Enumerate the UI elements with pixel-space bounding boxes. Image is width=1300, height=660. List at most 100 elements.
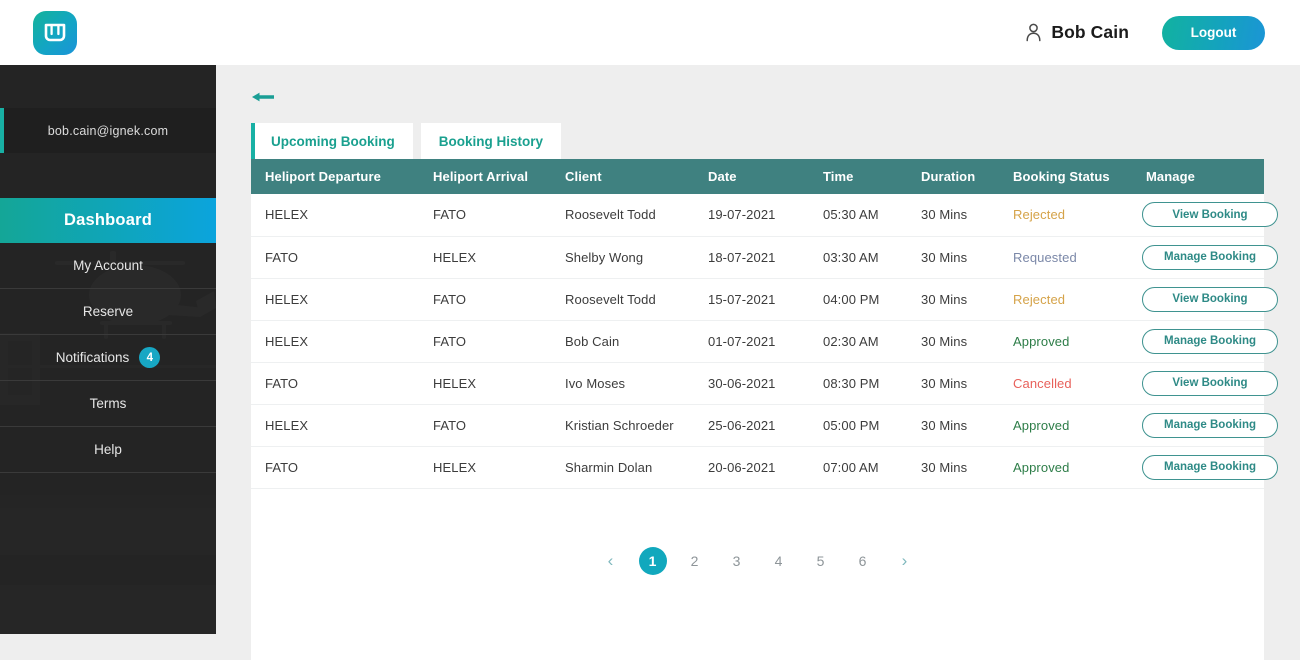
cell-date: 15-07-2021 [694,278,809,320]
status-badge: Approved [999,446,1132,488]
user-name-label: Bob Cain [1051,22,1129,43]
view-booking-button[interactable]: View Booking [1142,202,1278,227]
sidebar-item-notifications[interactable]: Notifications 4 [0,335,216,381]
app-logo[interactable] [33,11,77,55]
cell-arrival: HELEX [419,236,551,278]
cell-client: Shelby Wong [551,236,694,278]
bookings-table: Heliport Departure Heliport Arrival Clie… [251,159,1264,489]
status-badge: Approved [999,320,1132,362]
pagination-page-2[interactable]: 2 [674,547,716,575]
cell-departure: FATO [251,446,419,488]
notifications-count-badge: 4 [139,347,160,368]
sidebar-item-label-my-account: My Account [73,258,143,273]
cell-client: Kristian Schroeder [551,404,694,446]
cell-client: Roosevelt Todd [551,194,694,236]
cell-arrival: HELEX [419,446,551,488]
cell-departure: HELEX [251,320,419,362]
cell-manage: View Booking [1132,362,1264,404]
cell-date: 30-06-2021 [694,362,809,404]
cell-manage: Manage Booking [1132,320,1264,362]
column-header-date: Date [694,159,809,194]
chevron-right-icon[interactable]: › [884,547,926,575]
pagination-page-6[interactable]: 6 [842,547,884,575]
tab-booking-history[interactable]: Booking History [421,123,561,159]
sidebar-item-label-reserve: Reserve [83,304,133,319]
cell-departure: FATO [251,362,419,404]
sidebar-item-terms[interactable]: Terms [0,381,216,427]
cell-manage: View Booking [1132,194,1264,236]
cell-client: Ivo Moses [551,362,694,404]
sidebar-top-spacer [0,65,216,108]
header-right-cluster: Bob Cain Logout [1025,16,1265,50]
table-row: FATO HELEX Shelby Wong 18-07-2021 03:30 … [251,236,1264,278]
cell-date: 19-07-2021 [694,194,809,236]
logout-button[interactable]: Logout [1162,16,1265,50]
column-header-time: Time [809,159,907,194]
sidebar-item-label-help: Help [94,442,122,457]
sidebar-user-email-row: bob.cain@ignek.com [0,108,216,153]
table-body: HELEX FATO Roosevelt Todd 19-07-2021 05:… [251,194,1264,488]
cell-client: Bob Cain [551,320,694,362]
user-profile[interactable]: Bob Cain [1025,22,1129,43]
manage-booking-button[interactable]: Manage Booking [1142,413,1278,438]
pagination-page-5[interactable]: 5 [800,547,842,575]
pagination-page-1[interactable]: 1 [639,547,667,575]
tab-booking-history-label: Booking History [439,134,543,149]
manage-booking-button[interactable]: Manage Booking [1142,455,1278,480]
table-row: FATO HELEX Ivo Moses 30-06-2021 08:30 PM… [251,362,1264,404]
pagination-page-3[interactable]: 3 [716,547,758,575]
manage-booking-button[interactable]: Manage Booking [1142,329,1278,354]
sidebar-item-label-dashboard: Dashboard [64,211,152,230]
sidebar-item-reserve[interactable]: Reserve [0,289,216,335]
cell-time: 08:30 PM [809,362,907,404]
cell-duration: 30 Mins [907,320,999,362]
cell-client: Sharmin Dolan [551,446,694,488]
cell-manage: Manage Booking [1132,404,1264,446]
view-booking-button[interactable]: View Booking [1142,287,1278,312]
main-content-area: Upcoming Booking Booking History Helipor… [216,65,1300,634]
sidebar-item-label-terms: Terms [90,396,127,411]
table-header-row: Heliport Departure Heliport Arrival Clie… [251,159,1264,194]
cell-client: Roosevelt Todd [551,278,694,320]
table-row: HELEX FATO Roosevelt Todd 15-07-2021 04:… [251,278,1264,320]
chevron-left-icon[interactable]: ‹ [590,547,632,575]
sidebar-item-help[interactable]: Help [0,427,216,473]
view-booking-button[interactable]: View Booking [1142,371,1278,396]
sidebar-item-dashboard[interactable]: Dashboard [0,198,216,243]
cell-arrival: FATO [419,404,551,446]
cell-departure: HELEX [251,404,419,446]
cell-date: 20-06-2021 [694,446,809,488]
cell-time: 07:00 AM [809,446,907,488]
cell-time: 03:30 AM [809,236,907,278]
column-header-client: Client [551,159,694,194]
pagination-page-4[interactable]: 4 [758,547,800,575]
sidebar-spacer [0,153,216,198]
w-logo-icon[interactable] [33,11,77,55]
sidebar-user-email: bob.cain@ignek.com [48,124,169,138]
column-header-heliport-arrival: Heliport Arrival [419,159,551,194]
tab-upcoming-booking[interactable]: Upcoming Booking [251,123,413,159]
table-header: Heliport Departure Heliport Arrival Clie… [251,159,1264,194]
sidebar-item-label-notifications: Notifications [56,350,130,365]
back-arrow-icon[interactable] [251,89,275,105]
sidebar-item-my-account[interactable]: My Account [0,243,216,289]
sidebar: bob.cain@ignek.com Dashboard My Account … [0,65,216,634]
table-row: FATO HELEX Sharmin Dolan 20-06-2021 07:0… [251,446,1264,488]
cell-duration: 30 Mins [907,236,999,278]
cell-arrival: FATO [419,278,551,320]
w-logo-glyph-icon [44,23,66,43]
cell-date: 18-07-2021 [694,236,809,278]
cell-departure: FATO [251,236,419,278]
cell-arrival: FATO [419,320,551,362]
bookings-card: Heliport Departure Heliport Arrival Clie… [251,159,1264,660]
booking-tabs: Upcoming Booking Booking History [251,123,561,159]
cell-arrival: FATO [419,194,551,236]
manage-booking-button[interactable]: Manage Booking [1142,245,1278,270]
cell-duration: 30 Mins [907,194,999,236]
tab-upcoming-booking-label: Upcoming Booking [271,134,395,149]
cell-duration: 30 Mins [907,362,999,404]
cell-duration: 30 Mins [907,404,999,446]
column-header-heliport-departure: Heliport Departure [251,159,419,194]
cell-duration: 30 Mins [907,446,999,488]
table-row: HELEX FATO Roosevelt Todd 19-07-2021 05:… [251,194,1264,236]
